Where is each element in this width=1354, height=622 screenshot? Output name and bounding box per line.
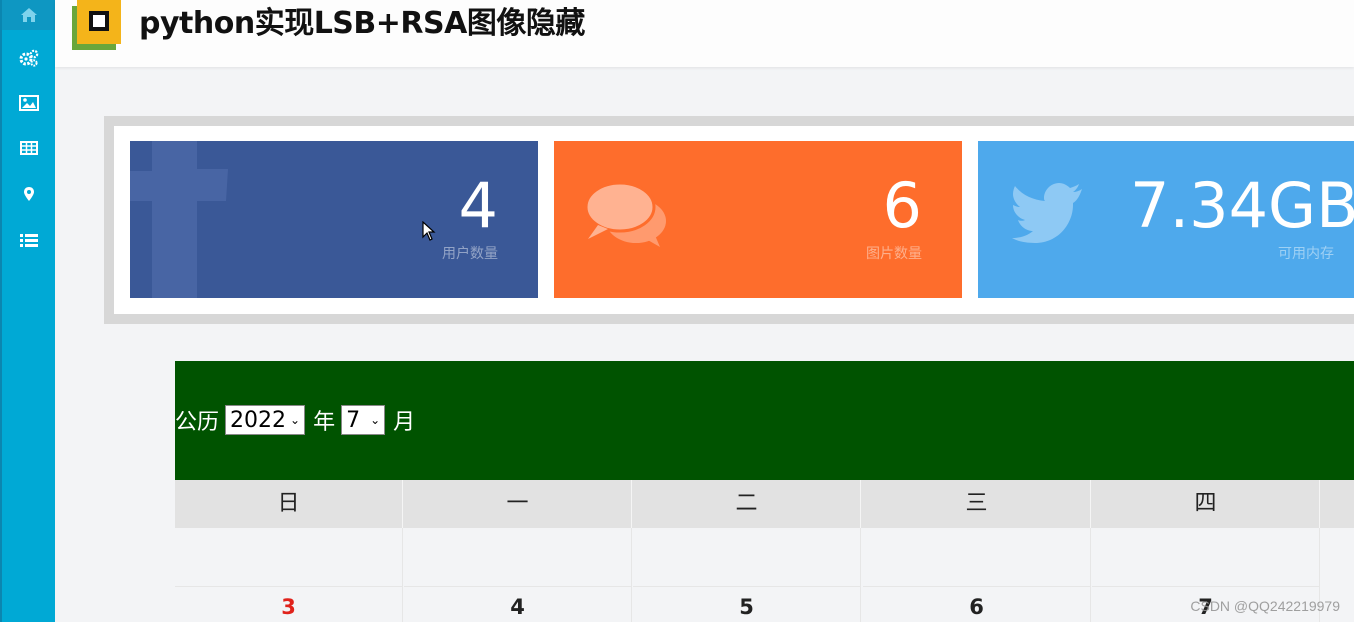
month-select[interactable]: 7 ⌄	[341, 405, 386, 435]
map-marker-icon	[23, 187, 34, 201]
day-cell[interactable]: 5	[633, 587, 861, 622]
chevron-down-icon: ⌄	[370, 413, 381, 427]
images-label: 图片数量	[866, 246, 922, 262]
home-icon	[20, 8, 37, 22]
sidebar-item-settings[interactable]	[2, 40, 55, 76]
day-cell[interactable]	[404, 528, 632, 587]
weekday-header: 日 一 二 三 四	[175, 480, 1354, 528]
app-title: python实现LSB+RSA图像隐藏	[139, 6, 585, 41]
table-icon	[19, 141, 38, 155]
day-cell[interactable]: 4	[404, 587, 632, 622]
twitter-icon	[1012, 183, 1082, 243]
sidebar-item-images[interactable]	[2, 85, 55, 121]
list-icon	[19, 234, 38, 247]
calendar-week-1	[175, 528, 1354, 587]
calendar-prefix: 公历	[175, 410, 220, 435]
day-cell[interactable]	[175, 528, 403, 587]
calendar: 公历 2022 ⌄ 年 7 ⌄ 月 日 一 二 三 四 3 4 5 6 7	[175, 361, 1354, 622]
app-logo	[72, 0, 122, 50]
weekday-mon: 一	[404, 480, 632, 528]
stats-panel: 4 用户数量 6 图片数量 7.34GB 可用内存	[104, 116, 1354, 324]
sidebar-item-table[interactable]	[2, 130, 55, 166]
image-icon	[18, 95, 39, 111]
top-header: python实现LSB+RSA图像隐藏	[55, 0, 1354, 67]
day-cell[interactable]: 3	[175, 587, 403, 622]
images-count: 6	[882, 169, 922, 242]
sidebar-item-map[interactable]	[2, 176, 55, 212]
month-value: 7	[346, 407, 361, 433]
day-cell[interactable]	[863, 528, 1091, 587]
calendar-header: 公历 2022 ⌄ 年 7 ⌄ 月	[175, 361, 1354, 480]
day-cell[interactable]: 6	[863, 587, 1091, 622]
stat-card-images[interactable]: 6 图片数量	[554, 141, 962, 298]
year-value: 2022	[230, 407, 287, 433]
year-suffix: 年	[313, 410, 336, 435]
weekday-tue: 二	[633, 480, 861, 528]
weekday-sun: 日	[175, 480, 403, 528]
sidebar-item-list[interactable]	[2, 222, 55, 258]
stat-card-memory[interactable]: 7.34GB 可用内存	[978, 141, 1354, 298]
year-select[interactable]: 2022 ⌄	[225, 405, 306, 435]
calendar-controls: 公历 2022 ⌄ 年 7 ⌄ 月	[175, 404, 415, 436]
users-count: 4	[458, 169, 498, 242]
sidebar-item-home[interactable]	[2, 0, 55, 30]
day-cell[interactable]	[1092, 528, 1320, 587]
comments-icon	[584, 181, 666, 247]
memory-value: 7.34GB	[1130, 169, 1354, 242]
day-cell[interactable]	[633, 528, 861, 587]
weekday-thu: 四	[1092, 480, 1320, 528]
mouse-cursor-icon	[422, 221, 436, 241]
stat-card-users[interactable]: 4 用户数量	[130, 141, 538, 298]
users-label: 用户数量	[442, 246, 498, 262]
weekday-wed: 三	[863, 480, 1091, 528]
facebook-icon	[130, 141, 228, 298]
chevron-down-icon: ⌄	[290, 413, 301, 427]
gears-icon	[19, 49, 38, 67]
watermark: CSDN @QQ242219979	[1190, 598, 1340, 614]
sidebar	[0, 0, 55, 622]
month-suffix: 月	[393, 410, 416, 435]
memory-label: 可用内存	[1278, 246, 1334, 262]
calendar-week-2: 3 4 5 6 7	[175, 587, 1354, 622]
